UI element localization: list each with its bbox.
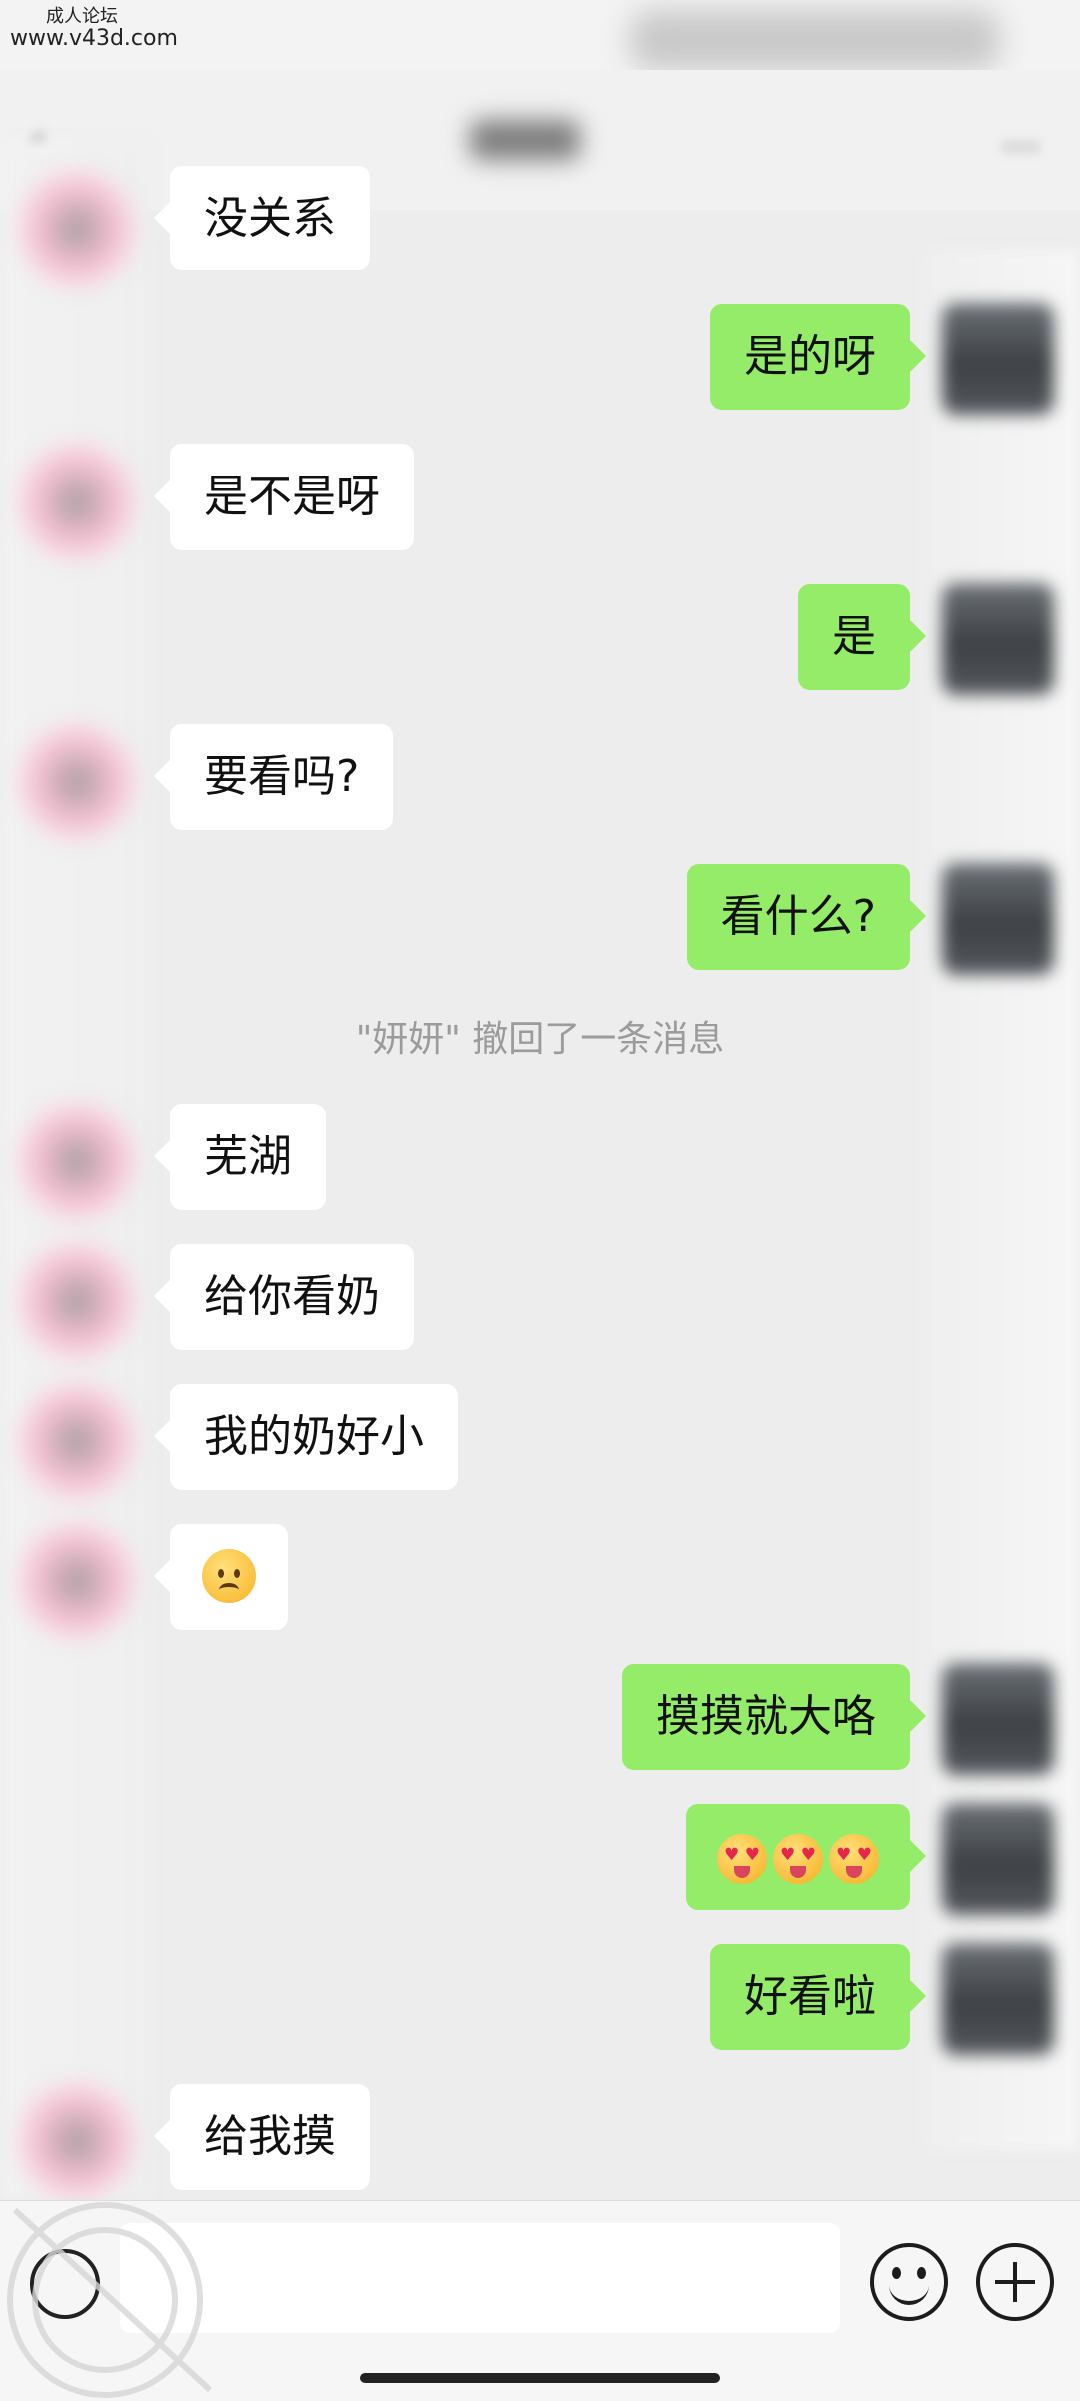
- status-bar: 成人论坛 www.v43d.com: [0, 0, 1080, 70]
- more-icon[interactable]: ···: [1002, 125, 1040, 171]
- message-bubble-left[interactable]: 是不是呀: [154, 444, 414, 550]
- message-bubble-left[interactable]: 给你看奶: [154, 1244, 414, 1350]
- my-avatar[interactable]: [942, 1943, 1054, 2055]
- message-bubble-right[interactable]: 好看啦: [710, 1944, 926, 2050]
- message-text: 芜湖: [204, 1131, 292, 1182]
- message-text: 给你看奶: [204, 1271, 380, 1322]
- message-text: 是不是呀: [204, 471, 380, 522]
- contact-avatar[interactable]: [18, 723, 136, 841]
- message-bubble-left[interactable]: 芜湖: [154, 1104, 326, 1210]
- my-avatar[interactable]: [942, 863, 1054, 975]
- message-text: 要看吗?: [204, 751, 360, 802]
- message-text: 摸摸就大咯: [656, 1691, 876, 1742]
- recall-notice: "妍妍" 撤回了一条消息: [355, 1019, 725, 1060]
- message-bubble-right[interactable]: 是: [798, 584, 926, 690]
- contact-avatar[interactable]: [18, 1382, 136, 1500]
- contact-avatar[interactable]: [18, 170, 136, 288]
- message-text: 看什么?: [720, 891, 876, 942]
- plus-icon[interactable]: [976, 2243, 1054, 2321]
- contact-avatar[interactable]: [18, 1102, 136, 1220]
- message-input[interactable]: [120, 2223, 840, 2333]
- message-bubble-left[interactable]: 我的奶好小: [154, 1384, 458, 1490]
- chat-title-blurred: [470, 120, 580, 160]
- message-bubble-right[interactable]: 摸摸就大咯: [622, 1664, 926, 1770]
- emoji-icon[interactable]: [870, 2243, 948, 2321]
- heart-eyes-tongue-icon: ♥ ♥: [829, 1834, 879, 1884]
- chat-input-bar: [0, 2200, 1080, 2401]
- chat-nav-bar: ‹ ···: [0, 70, 1080, 210]
- message-bubble-right[interactable]: ♥ ♥ ♥ ♥ ♥ ♥: [686, 1804, 926, 1910]
- blurred-status-content: [630, 10, 1000, 70]
- frowning-face-icon: [202, 1549, 256, 1603]
- my-avatar[interactable]: [942, 1663, 1054, 1775]
- message-text: 没关系: [204, 193, 336, 244]
- my-avatar[interactable]: [942, 583, 1054, 695]
- contact-avatar[interactable]: [18, 1242, 136, 1360]
- message-text: 是的呀: [744, 331, 876, 382]
- heart-eyes-tongue-icon: ♥ ♥: [773, 1834, 823, 1884]
- message-text: 好看啦: [744, 1971, 876, 2022]
- message-bubble-right[interactable]: 是的呀: [710, 304, 926, 410]
- my-avatar[interactable]: [942, 303, 1054, 415]
- home-indicator[interactable]: [360, 2373, 720, 2383]
- my-avatar[interactable]: [942, 1803, 1054, 1915]
- message-bubble-right[interactable]: 看什么?: [686, 864, 927, 970]
- watermark-top: 成人论坛 www.v43d.com: [10, 6, 178, 50]
- message-text: 给我摸: [204, 2111, 336, 2162]
- voice-icon[interactable]: [30, 2249, 100, 2319]
- watermark-top-line1: 成人论坛: [46, 6, 118, 27]
- message-bubble-left[interactable]: 要看吗?: [153, 724, 394, 830]
- watermark-top-line2: www.v43d.com: [10, 26, 178, 51]
- message-bubble-left[interactable]: 没关系: [154, 166, 370, 270]
- message-text: 我的奶好小: [204, 1411, 424, 1462]
- heart-eyes-tongue-icon: ♥ ♥: [717, 1834, 767, 1884]
- contact-avatar[interactable]: [18, 2082, 136, 2200]
- message-bubble-left[interactable]: [154, 1524, 288, 1630]
- message-text: 是: [832, 611, 876, 662]
- contact-avatar[interactable]: [18, 1522, 136, 1640]
- message-bubble-left[interactable]: 给我摸: [154, 2084, 370, 2190]
- contact-avatar[interactable]: [18, 443, 136, 561]
